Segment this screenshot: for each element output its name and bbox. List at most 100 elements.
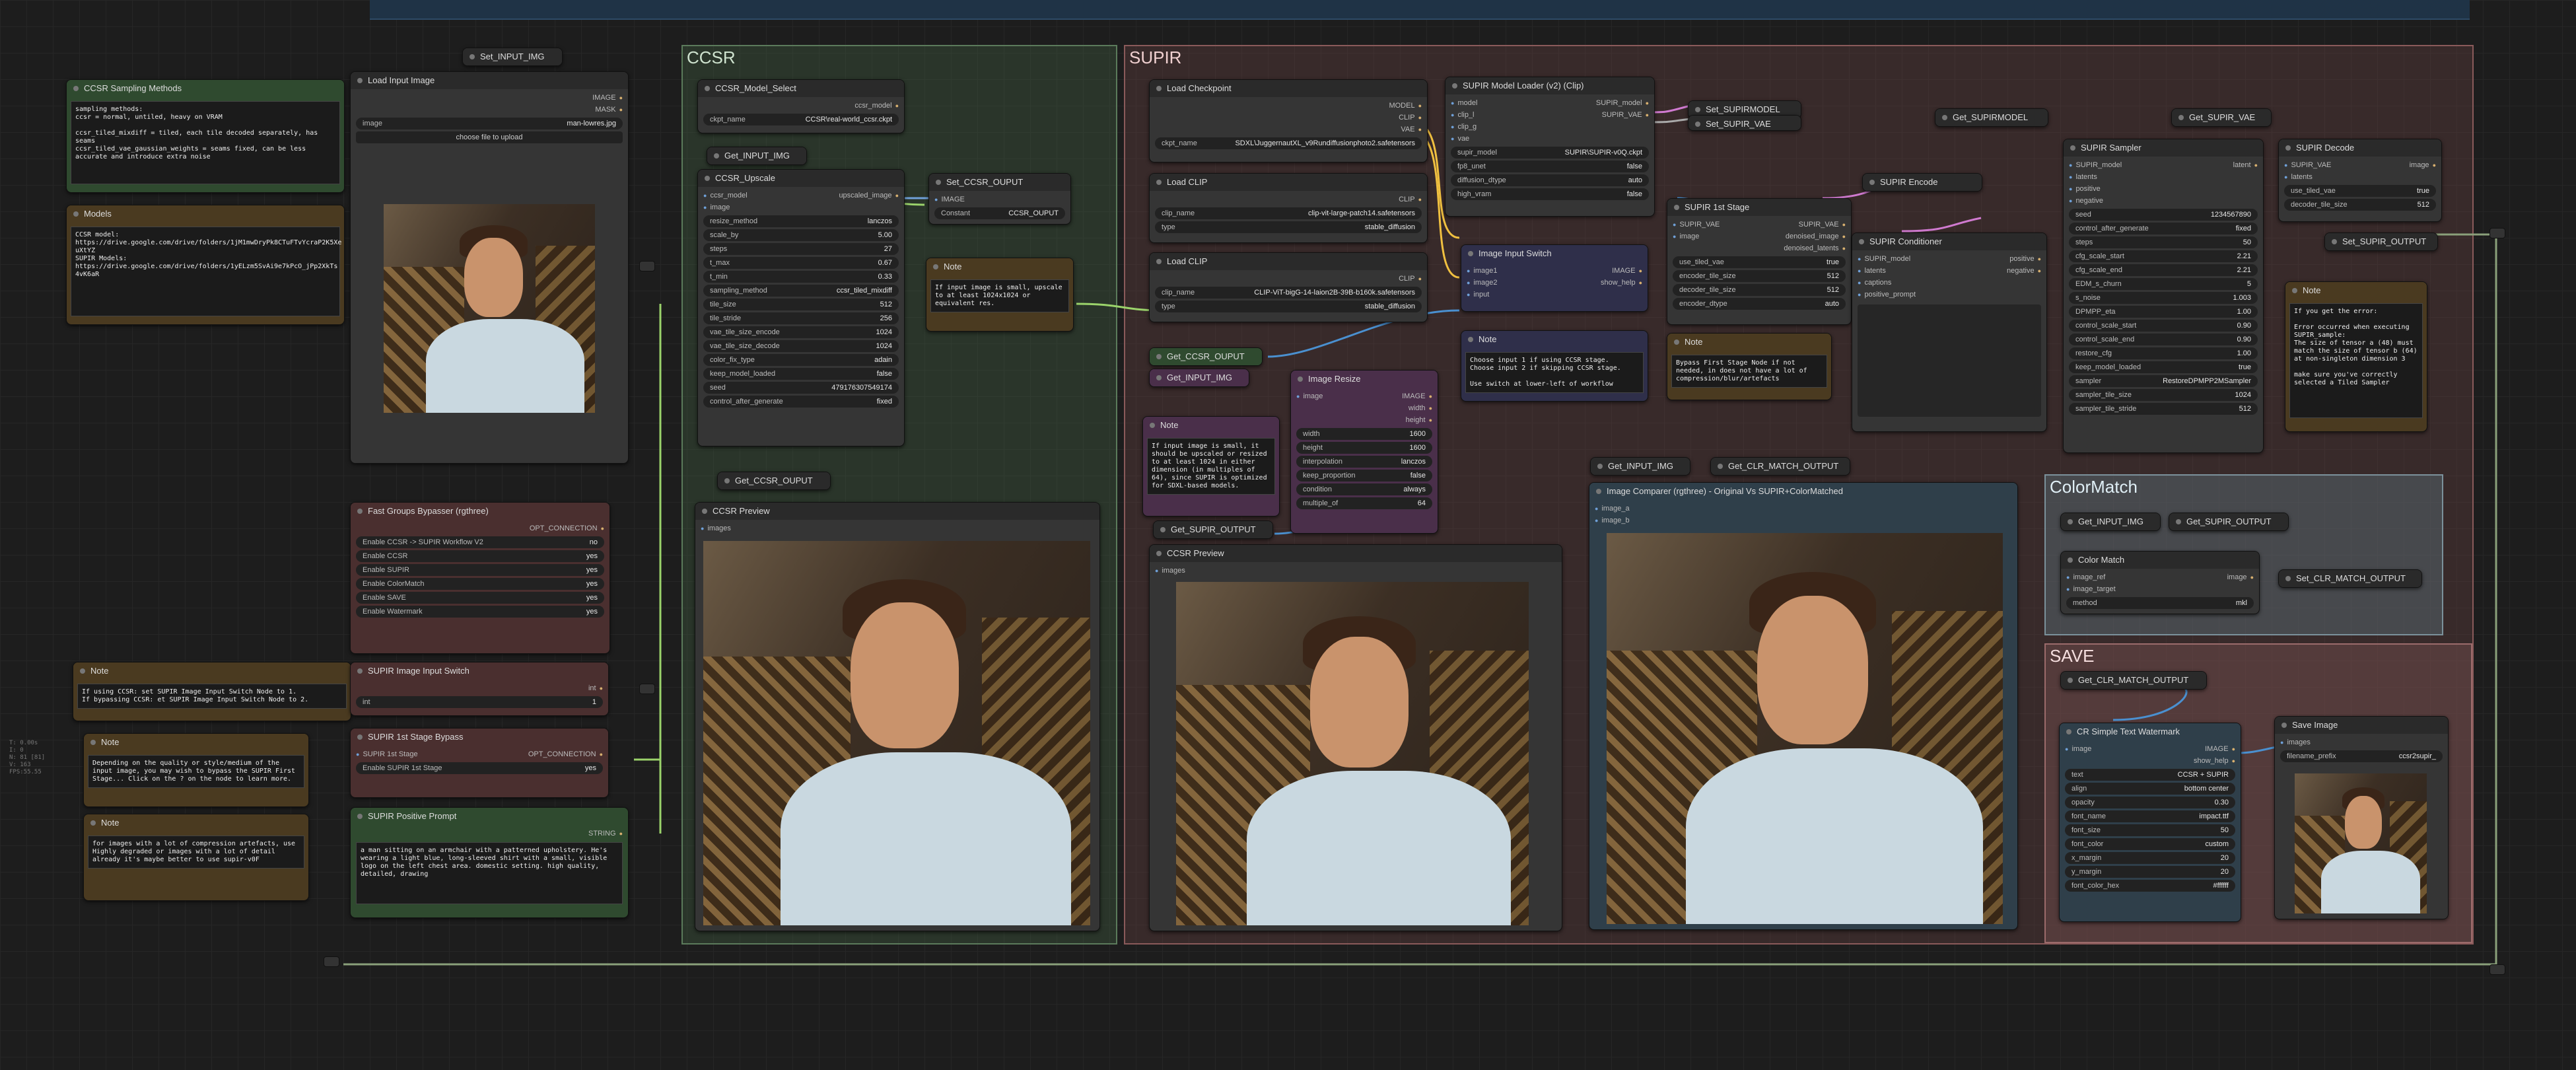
node-load-clip-2[interactable]: Load CLIP CLIP clip_nameCLIP-ViT-bigG-14… <box>1149 252 1428 322</box>
input-images[interactable]: images <box>1155 565 1185 577</box>
node-note-51[interactable]: Note If input image is small, upscale to… <box>926 258 1074 332</box>
widget-font-size[interactable]: font_size 50 <box>2065 824 2235 836</box>
node-title[interactable]: Note <box>1667 334 1831 351</box>
input-supir-model[interactable]: SUPIR_model <box>2069 159 2122 171</box>
toggle-enable-supir[interactable]: Enable SUPIR yes <box>356 564 604 576</box>
output-opt-connection[interactable]: OPT_CONNECTION <box>528 748 603 760</box>
note-text[interactable]: Choose input 1 if using CCSR stage. Choo… <box>1465 352 1644 393</box>
node-title[interactable]: Load CLIP <box>1150 174 1427 191</box>
widget-font-name[interactable]: font_name impact.ttf <box>2065 810 2235 822</box>
output-clip[interactable]: CLIP <box>1399 194 1422 205</box>
node-supir-conditioner[interactable]: SUPIR Conditioner SUPIR_model positive la… <box>1852 232 2047 432</box>
widget-edm-s-churn[interactable]: EDM_s_churn 5 <box>2069 278 2258 290</box>
node-supir-positive-prompt[interactable]: SUPIR Positive Prompt STRING a man sitti… <box>350 807 629 918</box>
node-image-input-switch[interactable]: Image Input Switch image1 IMAGE image2 sho… <box>1461 244 1648 312</box>
widget-cfg-scale-end[interactable]: cfg_scale_end 2.21 <box>2069 264 2258 276</box>
output-string[interactable]: STRING <box>588 828 623 839</box>
widget-encoder-tile-size[interactable]: encoder_tile_size 512 <box>1673 270 1846 282</box>
output-opt-connection[interactable]: OPT_CONNECTION <box>530 522 604 534</box>
output-height[interactable]: height <box>1406 414 1432 426</box>
output-upscaled-image[interactable]: upscaled_image <box>839 190 899 201</box>
output-positive[interactable]: positive <box>2009 253 2041 265</box>
node-title[interactable]: Get_SUPIR_OUTPUT <box>2169 513 2288 530</box>
input-supir-model[interactable]: SUPIR_model <box>1858 253 1910 265</box>
node-title[interactable]: SUPIR Encode <box>1863 174 1982 191</box>
node-set-ccsr-ouput[interactable]: Set_CCSR_OUPUT IMAGE ConstantCCSR_OUPUT <box>928 173 1071 225</box>
widget-opacity[interactable]: opacity 0.30 <box>2065 797 2235 808</box>
node-title[interactable]: Set_CLR_MATCH_OUTPUT <box>2279 570 2421 587</box>
node-fast-groups-bypasser[interactable]: Fast Groups Bypasser (rgthree) OPT_CONNE… <box>350 502 610 654</box>
node-title[interactable]: Models <box>67 205 344 223</box>
reroute-node[interactable] <box>2489 228 2505 238</box>
output-latent[interactable]: latent <box>2233 159 2258 171</box>
output-image[interactable]: IMAGE <box>2205 743 2235 755</box>
node-get-clr-match-output-2[interactable]: Get_CLR_MATCH_OUTPUT <box>2060 671 2207 690</box>
output-show-help[interactable]: show_help <box>1601 277 1642 289</box>
node-title[interactable]: SUPIR Model Loader (v2) (Clip) <box>1445 77 1654 94</box>
comparer-image[interactable] <box>1607 533 2003 924</box>
constant-widget[interactable]: Constant CCSR_OUPUT <box>934 207 1065 219</box>
widget-decoder-tile-size[interactable]: decoder_tile_size 512 <box>1673 284 1846 296</box>
node-title[interactable]: Image Resize <box>1291 371 1438 388</box>
widget-seed[interactable]: seed 1234567890 <box>2069 209 2258 221</box>
node-title[interactable]: Get_SUPIR_VAE <box>2172 109 2271 126</box>
node-title[interactable]: Get_INPUT_IMG <box>2061 513 2160 530</box>
node-title[interactable]: Get_SUPIR_OUTPUT <box>1154 521 1272 538</box>
node-title[interactable]: CCSR Sampling Methods <box>67 80 344 97</box>
input-image[interactable]: image <box>703 201 730 213</box>
reroute-node[interactable] <box>639 261 655 271</box>
input-clip-g[interactable]: clip_g <box>1451 121 1477 133</box>
input-image[interactable]: image <box>2065 743 2091 755</box>
node-title[interactable]: SUPIR Conditioner <box>1852 233 2046 250</box>
node-note-125[interactable]: Note for images with a lot of compressio… <box>83 814 309 901</box>
input-latents[interactable]: latents <box>2284 171 2312 183</box>
output-denoised-image[interactable]: denoised_image <box>1786 231 1846 242</box>
node-title[interactable]: CCSR Preview <box>1150 545 1562 562</box>
output-supir-vae[interactable]: SUPIR_VAE <box>1602 109 1649 121</box>
node-note-switch[interactable]: Note Choose input 1 if using CCSR stage.… <box>1461 330 1648 402</box>
node-ccsr-sampling-methods[interactable]: CCSR Sampling Methods sampling methods: … <box>66 79 345 193</box>
widget-diffusion-dtype[interactable]: diffusion_dtype auto <box>1451 174 1649 186</box>
widget-font-color-hex[interactable]: font_color_hex #ffffff <box>2065 880 2235 892</box>
node-title[interactable]: Set_INPUT_IMG <box>463 48 562 65</box>
node-get-input-img-2[interactable]: Get_INPUT_IMG <box>1149 369 1249 387</box>
input-captions[interactable]: captions <box>1858 277 1891 289</box>
output-image[interactable]: IMAGE <box>1612 265 1642 277</box>
output-image[interactable]: image <box>2410 159 2436 171</box>
output-show-help[interactable]: show_help <box>2194 755 2235 767</box>
type-select[interactable]: type stable_diffusion <box>1155 301 1422 312</box>
toggle-enable-ccsr-supir-workflow-v2[interactable]: Enable CCSR -> SUPIR Workflow V2 no <box>356 536 604 548</box>
widget-vae-tile-size-encode[interactable]: vae_tile_size_encode 1024 <box>703 326 899 338</box>
type-select[interactable]: type stable_diffusion <box>1155 221 1422 233</box>
node-set-supir-vae[interactable]: Set_SUPIR_VAE <box>1688 115 1801 131</box>
input-images[interactable]: images <box>2280 736 2310 748</box>
node-title[interactable]: Get_INPUT_IMG <box>707 147 806 164</box>
node-get-supir-output[interactable]: Get_SUPIR_OUTPUT <box>1153 520 1273 539</box>
widget-control-after-generate[interactable]: control_after_generate fixed <box>703 396 899 408</box>
widget-multiple-of[interactable]: multiple_of 64 <box>1296 497 1432 509</box>
widget-y-margin[interactable]: y_margin 20 <box>2065 866 2235 878</box>
node-title[interactable]: Note <box>84 814 308 832</box>
output-clip[interactable]: CLIP <box>1399 273 1422 285</box>
widget-steps[interactable]: steps 27 <box>703 243 899 255</box>
output-width[interactable]: width <box>1409 402 1432 414</box>
note-text[interactable]: CCSR model: https://drive.google.com/dri… <box>71 227 341 316</box>
node-title[interactable]: Fast Groups Bypasser (rgthree) <box>351 503 609 520</box>
node-ccsr-model-select[interactable]: CCSR_Model_Select ccsr_model ckpt_nameCC… <box>697 79 905 133</box>
node-load-clip-1[interactable]: Load CLIP CLIP clip_nameclip-vit-large-p… <box>1149 173 1428 243</box>
node-title[interactable]: Save Image <box>2275 717 2448 734</box>
note-text[interactable]: If using CCSR: set SUPIR Image Input Swi… <box>77 684 347 709</box>
input-image[interactable]: IMAGE <box>934 194 964 205</box>
note-text[interactable]: Bypass First Stage Node if not needed, i… <box>1671 355 1827 388</box>
note-text[interactable]: If input image is small, upscale to at l… <box>930 279 1069 312</box>
output-vae[interactable]: VAE <box>1401 124 1422 135</box>
toggle-enable-colormatch[interactable]: Enable ColorMatch yes <box>356 578 604 590</box>
node-get-supir-output-2[interactable]: Get_SUPIR_OUTPUT <box>2169 513 2289 531</box>
input-image-ref[interactable]: image_ref <box>2066 571 2105 583</box>
node-title[interactable]: Color Match <box>2061 552 2259 569</box>
input-positive-prompt[interactable]: positive_prompt <box>1858 289 1916 301</box>
widget-fp8-unet[interactable]: fp8_unet false <box>1451 160 1649 172</box>
node-supir-encode[interactable]: SUPIR Encode <box>1862 173 1982 192</box>
output-denoised-latents[interactable]: denoised_latents <box>1784 242 1846 254</box>
ckpt-name-select[interactable]: ckpt_name CCSR\real-world_ccsr.ckpt <box>703 114 899 125</box>
